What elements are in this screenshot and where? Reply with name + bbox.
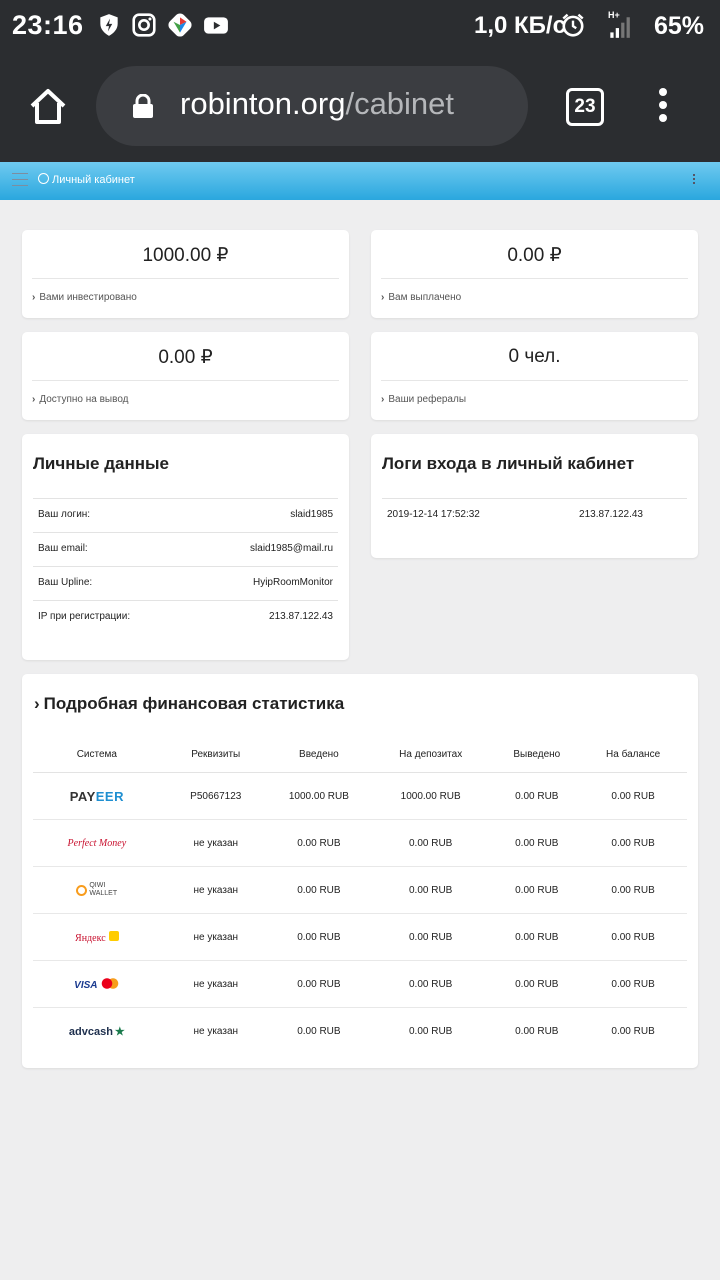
home-icon[interactable] (26, 84, 70, 128)
stat-value: 0.00 ₽ (507, 245, 562, 266)
status-bar: 23:16 1,0 КБ/с H+ 65% (0, 0, 720, 52)
login-logs-title: Логи входа в личный кабинет (382, 454, 635, 473)
table-row: Ваш логин: slaid1985 (33, 498, 338, 532)
cabinet-title[interactable]: Личный кабинет (38, 173, 135, 186)
stat-label: › Ваши рефералы (381, 394, 467, 405)
login-logs-card: Логи входа в личный кабинет 2019-12-14 1… (371, 434, 698, 558)
finance-title: › Подробная финансовая статистика (34, 694, 345, 713)
yandex-logo: Яндекс (75, 930, 119, 944)
stat-value: 0 чел. (508, 346, 561, 367)
cabinet-title-text: Личный кабинет (52, 174, 135, 186)
qiwi-logo: QIWI WALLET (76, 882, 117, 898)
tab-switcher-button[interactable]: 23 (566, 88, 604, 126)
personal-data-card: Личные данные Ваш логин: slaid1985 Ваш em… (22, 434, 349, 660)
signal-icon (610, 17, 630, 38)
stat-card-available: 0.00 ₽ › Доступно на вывод (22, 332, 349, 420)
site-header: Личный кабинет (0, 162, 720, 200)
shield-bolt-icon (100, 14, 118, 36)
browser-toolbar: robinton.org/cabinet 23 (0, 52, 720, 162)
youtube-icon (204, 17, 228, 34)
stat-value: 1000.00 ₽ (142, 245, 229, 266)
payeer-logo: PAYEER (69, 788, 124, 804)
site-options-icon[interactable] (693, 174, 696, 186)
status-time: 23:16 (12, 10, 84, 40)
perfect-money-logo: Perfect Money (67, 837, 127, 849)
instagram-icon (132, 13, 156, 37)
browser-menu-icon[interactable] (656, 88, 670, 124)
stat-label: › Вам выплачено (381, 292, 462, 303)
wallet-icon (108, 930, 119, 941)
table-row: VISA не указан 0.00 RUB 0.00 RUB 0.00 RU… (33, 960, 687, 1008)
url-text: robinton.org/cabinet (180, 86, 454, 122)
stat-card-invested: 1000.00 ₽ › Вами инвестировано (22, 230, 349, 318)
url-path: /cabinet (345, 86, 455, 121)
visa-mastercard-logo: VISA (74, 977, 120, 991)
star-icon: ★ (114, 1025, 125, 1038)
table-row: Ваш email: slaid1985@mail.ru (33, 532, 338, 566)
advcash-logo: advcash ★ (68, 1025, 125, 1038)
stat-card-referrals: 0 чел. › Ваши рефералы (371, 332, 698, 420)
table-row: PAYEER P50667123 1000.00 RUB 1000.00 RUB… (33, 772, 687, 820)
stat-value: 0.00 ₽ (158, 347, 213, 368)
user-circle-icon (38, 173, 49, 184)
address-bar[interactable]: robinton.org/cabinet (96, 66, 528, 146)
chevron-right-icon: › (34, 694, 40, 713)
mastercard-icon (99, 977, 120, 989)
alarm-icon (562, 13, 584, 37)
table-row: IP при регистрации: 213.87.122.43 (33, 600, 338, 634)
qiwi-icon (76, 884, 88, 896)
lock-icon (133, 94, 153, 118)
table-header-row: Система Реквизиты Введено На депозитах В… (33, 736, 687, 773)
stat-label: › Доступно на вывод (32, 394, 129, 405)
stat-label: › Вами инвестировано (32, 292, 137, 303)
finance-table: Система Реквизиты Введено На депозитах В… (33, 736, 687, 1054)
hamburger-menu-icon[interactable] (12, 173, 28, 187)
personal-data-title: Личные данные (33, 454, 169, 473)
table-row: Яндекс не указан 0.00 RUB 0.00 RUB 0.00 … (33, 913, 687, 961)
battery-level: 65% (654, 12, 705, 40)
finance-card: › Подробная финансовая статистика Система… (22, 674, 698, 1068)
table-row: advcash ★ не указан 0.00 RUB 0.00 RUB 0.0… (68, 1025, 655, 1038)
net-speed: 1,0 КБ/с (474, 12, 566, 39)
cube-app-icon (168, 13, 192, 37)
table-row: Ваш Upline: HyipRoomMonitor (33, 566, 338, 600)
table-row: QIWI WALLET не указан 0.00 RUB 0.00 RUB … (33, 866, 687, 914)
table-row: 2019-12-14 17:52:32 213.87.122.43 (382, 498, 687, 532)
table-row: Perfect Money не указан 0.00 RUB 0.00 RU… (33, 819, 687, 867)
stat-card-paid: 0.00 ₽ › Вам выплачено (371, 230, 698, 318)
url-host: robinton.org (180, 86, 346, 121)
